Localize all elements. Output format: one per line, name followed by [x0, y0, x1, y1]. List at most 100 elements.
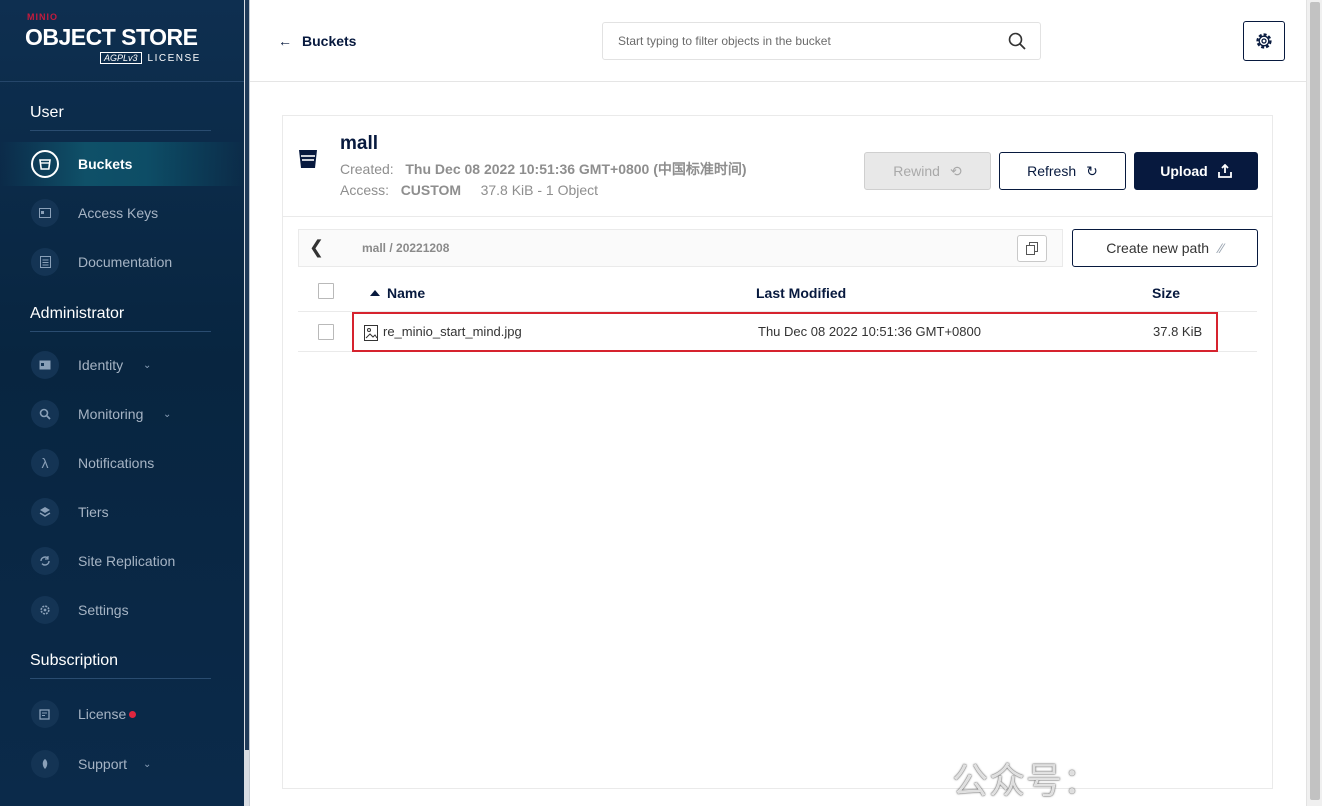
- search-icon[interactable]: [1008, 32, 1026, 50]
- back-to-buckets-link[interactable]: ← Buckets: [278, 33, 356, 49]
- gear-icon: [31, 596, 59, 624]
- sort-asc-icon: [370, 290, 380, 296]
- sidebar-item-label: Settings: [78, 602, 129, 618]
- back-link-label: Buckets: [302, 33, 357, 49]
- bucket-meta: Created: Thu Dec 08 2022 10:51:36 GMT+08…: [340, 159, 760, 201]
- support-icon: [31, 750, 59, 778]
- created-value: Thu Dec 08 2022 10:51:36 GMT+0800 (中国标准时…: [405, 161, 747, 177]
- sidebar-item-label: Notifications: [78, 455, 155, 471]
- image-file-icon: [364, 325, 378, 341]
- refresh-icon: ↻: [1086, 162, 1098, 179]
- refresh-label: Refresh: [1027, 163, 1077, 179]
- file-size: 37.8 KiB: [1153, 324, 1203, 339]
- bucket-icon: [299, 150, 317, 168]
- breadcrumb-path[interactable]: mall / 20221208: [362, 241, 449, 255]
- access-value: CUSTOM: [400, 182, 462, 198]
- bucket-header: mall Created: Thu Dec 08 2022 10:51:36 G…: [283, 116, 1272, 217]
- file-last-modified: Thu Dec 08 2022 10:51:36 GMT+0800: [758, 324, 981, 339]
- page-scrollbar-thumb[interactable]: [1310, 2, 1320, 800]
- sidebar-item-buckets[interactable]: Buckets: [0, 142, 244, 186]
- chevron-down-icon: ⌄: [143, 758, 152, 770]
- sidebar-item-label: Monitoring: [78, 406, 144, 422]
- sidebar-item-documentation[interactable]: Documentation: [0, 240, 244, 284]
- column-size[interactable]: Size: [1152, 285, 1180, 301]
- section-title-administrator: Administrator: [30, 305, 125, 322]
- history-icon: ⟲: [949, 162, 962, 179]
- new-path-icon: ⁄⁄: [1219, 240, 1224, 256]
- copy-path-button[interactable]: [1017, 235, 1047, 262]
- gear-icon: [1256, 33, 1272, 49]
- select-all-checkbox[interactable]: [318, 283, 334, 299]
- copy-icon: [1026, 242, 1038, 255]
- bucket-browser-panel: mall Created: Thu Dec 08 2022 10:51:36 G…: [282, 115, 1273, 789]
- breadcrumb: ❮ mall / 20221208: [298, 229, 1063, 267]
- settings-button[interactable]: [1243, 21, 1285, 61]
- sidebar-scrollbar[interactable]: [244, 0, 250, 806]
- create-new-path-button[interactable]: Create new path ⁄⁄: [1072, 229, 1258, 267]
- rewind-button[interactable]: Rewind ⟲: [864, 152, 991, 190]
- top-bar: ← Buckets: [250, 0, 1306, 82]
- sidebar-item-settings[interactable]: Settings: [0, 588, 244, 632]
- object-search: [602, 22, 1041, 60]
- upload-label: Upload: [1160, 163, 1208, 179]
- column-last-modified[interactable]: Last Modified: [756, 285, 846, 301]
- id-card-icon: [31, 351, 59, 379]
- upload-icon: [1217, 164, 1232, 178]
- page-scrollbar[interactable]: [1306, 0, 1322, 806]
- sidebar-item-identity[interactable]: Identity ⌄: [0, 343, 244, 387]
- sidebar-item-label: Support: [78, 756, 128, 772]
- divider: [30, 130, 211, 131]
- logo-minio: MINIO: [27, 12, 58, 22]
- access-label: Access:: [340, 182, 390, 198]
- bucket-summary: 37.8 KiB - 1 Object: [480, 182, 599, 198]
- sync-icon: [31, 547, 59, 575]
- sidebar-item-access-keys[interactable]: Access Keys: [0, 191, 244, 235]
- sidebar-item-monitoring[interactable]: Monitoring ⌄: [0, 392, 244, 436]
- row-checkbox[interactable]: [318, 324, 334, 340]
- file-name[interactable]: re_minio_start_mind.jpg: [383, 324, 522, 339]
- sidebar-item-label: License: [78, 706, 127, 722]
- created-label: Created:: [340, 161, 394, 177]
- sidebar-item-support[interactable]: Support ⌄: [0, 742, 244, 786]
- section-title-subscription: Subscription: [30, 652, 119, 669]
- logo-product: OBJECT STORE: [25, 24, 198, 50]
- layers-icon: [31, 498, 59, 526]
- sidebar-item-label: Site Replication: [78, 553, 176, 569]
- document-icon: [31, 248, 59, 276]
- sidebar-item-notifications[interactable]: λ Notifications: [0, 441, 244, 485]
- license-alert-dot: [129, 711, 136, 718]
- lambda-icon: λ: [31, 449, 59, 477]
- table-header: Name Last Modified Size: [298, 275, 1257, 312]
- license-icon: [31, 700, 59, 728]
- magnifier-icon: [31, 400, 59, 428]
- watermark: 公众号：macrozheng: [952, 761, 1184, 806]
- sidebar-scrollbar-thumb[interactable]: [245, 0, 249, 750]
- divider: [30, 678, 211, 679]
- sidebar-item-label: Identity: [78, 357, 124, 373]
- upload-button[interactable]: Upload: [1134, 152, 1258, 190]
- sidebar-item-label: Documentation: [78, 254, 173, 270]
- sidebar: MINIO OBJECT STORE AGPLv3 LICENSE User Bu…: [0, 0, 244, 806]
- sidebar-item-tiers[interactable]: Tiers: [0, 490, 244, 534]
- sidebar-item-label: Tiers: [78, 504, 109, 520]
- key-icon: [31, 199, 59, 227]
- chevron-down-icon: ⌄: [163, 408, 172, 420]
- table-row[interactable]: re_minio_start_mind.jpg Thu Dec 08 2022 …: [298, 313, 1257, 352]
- bucket-name: mall: [340, 133, 379, 154]
- sidebar-item-label: Access Keys: [78, 205, 159, 221]
- bucket-icon: [31, 150, 59, 178]
- search-input[interactable]: [603, 23, 993, 59]
- arrow-left-icon: ←: [278, 33, 292, 49]
- sidebar-item-site-replication[interactable]: Site Replication: [0, 539, 244, 583]
- logo-agpl: AGPLv3: [100, 52, 142, 64]
- minio-logo[interactable]: MINIO OBJECT STORE AGPLv3 LICENSE: [0, 0, 244, 82]
- chevron-down-icon: ⌄: [143, 359, 152, 371]
- sidebar-item-label: Buckets: [78, 156, 133, 172]
- rewind-label: Rewind: [893, 163, 940, 179]
- column-name[interactable]: Name: [370, 285, 425, 301]
- logo-license: AGPLv3 LICENSE: [100, 52, 201, 64]
- chevron-left-icon[interactable]: ❮: [309, 237, 324, 258]
- section-title-user: User: [30, 104, 64, 121]
- refresh-button[interactable]: Refresh ↻: [999, 152, 1126, 190]
- sidebar-item-license[interactable]: License: [0, 692, 244, 736]
